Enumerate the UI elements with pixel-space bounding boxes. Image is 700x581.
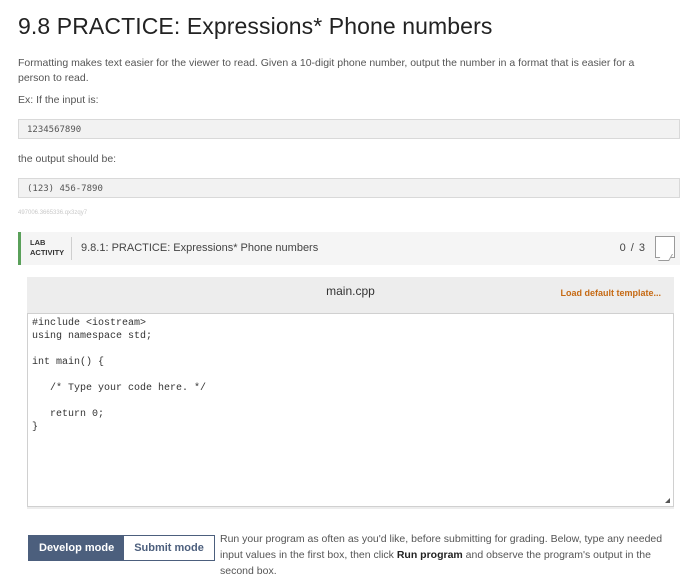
example-input-box: 1234567890 (18, 119, 680, 139)
mode-toggle: Develop mode Submit mode (28, 535, 215, 561)
lab-activity-tag: LAB ACTIVITY (30, 238, 64, 258)
activity-id: 497006.3665336.qx3zqy7 (18, 210, 88, 216)
develop-mode-button[interactable]: Develop mode (29, 536, 125, 560)
run-program-text: Run program (396, 549, 463, 561)
lab-divider (71, 237, 72, 260)
score-badge-icon (655, 236, 675, 258)
example-label: Ex: If the input is: (18, 94, 99, 106)
editor-panel: main.cpp Load default template... #inclu… (27, 277, 674, 509)
lab-title: 9.8.1: PRACTICE: Expressions* Phone numb… (81, 242, 319, 254)
code-editor[interactable]: #include <iostream> using namespace std;… (27, 313, 674, 507)
lab-score: 0 / 3 (619, 242, 646, 254)
lab-tag-line2: ACTIVITY (30, 248, 65, 257)
load-default-template-link[interactable]: Load default template... (560, 288, 661, 298)
code-content[interactable]: #include <iostream> using namespace std;… (32, 317, 206, 434)
page-title: 9.8 PRACTICE: Expressions* Phone numbers (18, 13, 493, 39)
lab-activity-header: LAB ACTIVITY 9.8.1: PRACTICE: Expression… (18, 232, 680, 265)
submit-mode-button[interactable]: Submit mode (124, 536, 214, 560)
output-label: the output should be: (18, 153, 117, 165)
intro-text: Formatting makes text easier for the vie… (18, 57, 635, 84)
resize-handle-icon[interactable] (665, 498, 670, 503)
lab-tag-line1: LAB (30, 238, 46, 247)
example-output-box: (123) 456-7890 (18, 178, 680, 198)
run-instructions: Run your program as often as you'd like,… (220, 531, 675, 579)
